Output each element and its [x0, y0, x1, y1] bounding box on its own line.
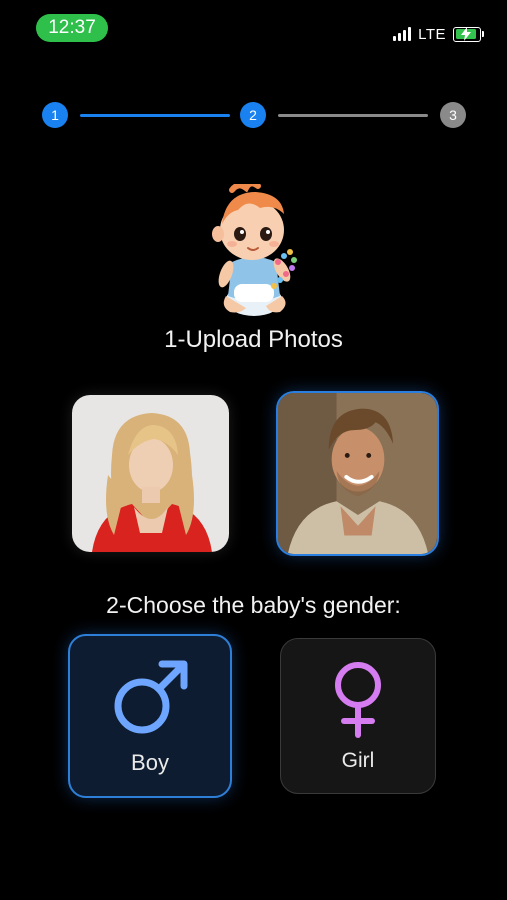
stepper-line-2-3 — [278, 114, 428, 117]
status-bar: 12:37 LTE — [0, 0, 507, 60]
stepper-line-1-2 — [80, 114, 230, 117]
status-time: 12:37 — [36, 14, 108, 42]
boy-option-label: Boy — [131, 750, 169, 775]
network-type: LTE — [418, 25, 446, 43]
female-symbol-icon — [328, 659, 388, 744]
parent-photo-man[interactable] — [276, 391, 439, 556]
system-indicators: LTE — [393, 24, 484, 44]
parent-photo-woman[interactable] — [72, 395, 229, 552]
upload-photos-title: 1-Upload Photos — [164, 326, 343, 353]
choose-gender-title: 2-Choose the baby's gender: — [106, 592, 401, 618]
step-2-indicator: 2 — [240, 102, 266, 128]
baby-illustration — [204, 180, 304, 320]
progress-stepper: 1 2 3 — [42, 102, 466, 128]
girl-option-button[interactable]: Girl — [280, 638, 436, 794]
step-3-indicator: 3 — [440, 102, 466, 128]
battery-icon — [453, 26, 484, 42]
male-symbol-icon — [110, 658, 190, 743]
step-1-indicator: 1 — [42, 102, 68, 128]
cellular-signal-icon — [393, 27, 412, 41]
girl-option-label: Girl — [341, 749, 375, 772]
boy-option-button[interactable]: Boy — [68, 634, 232, 798]
